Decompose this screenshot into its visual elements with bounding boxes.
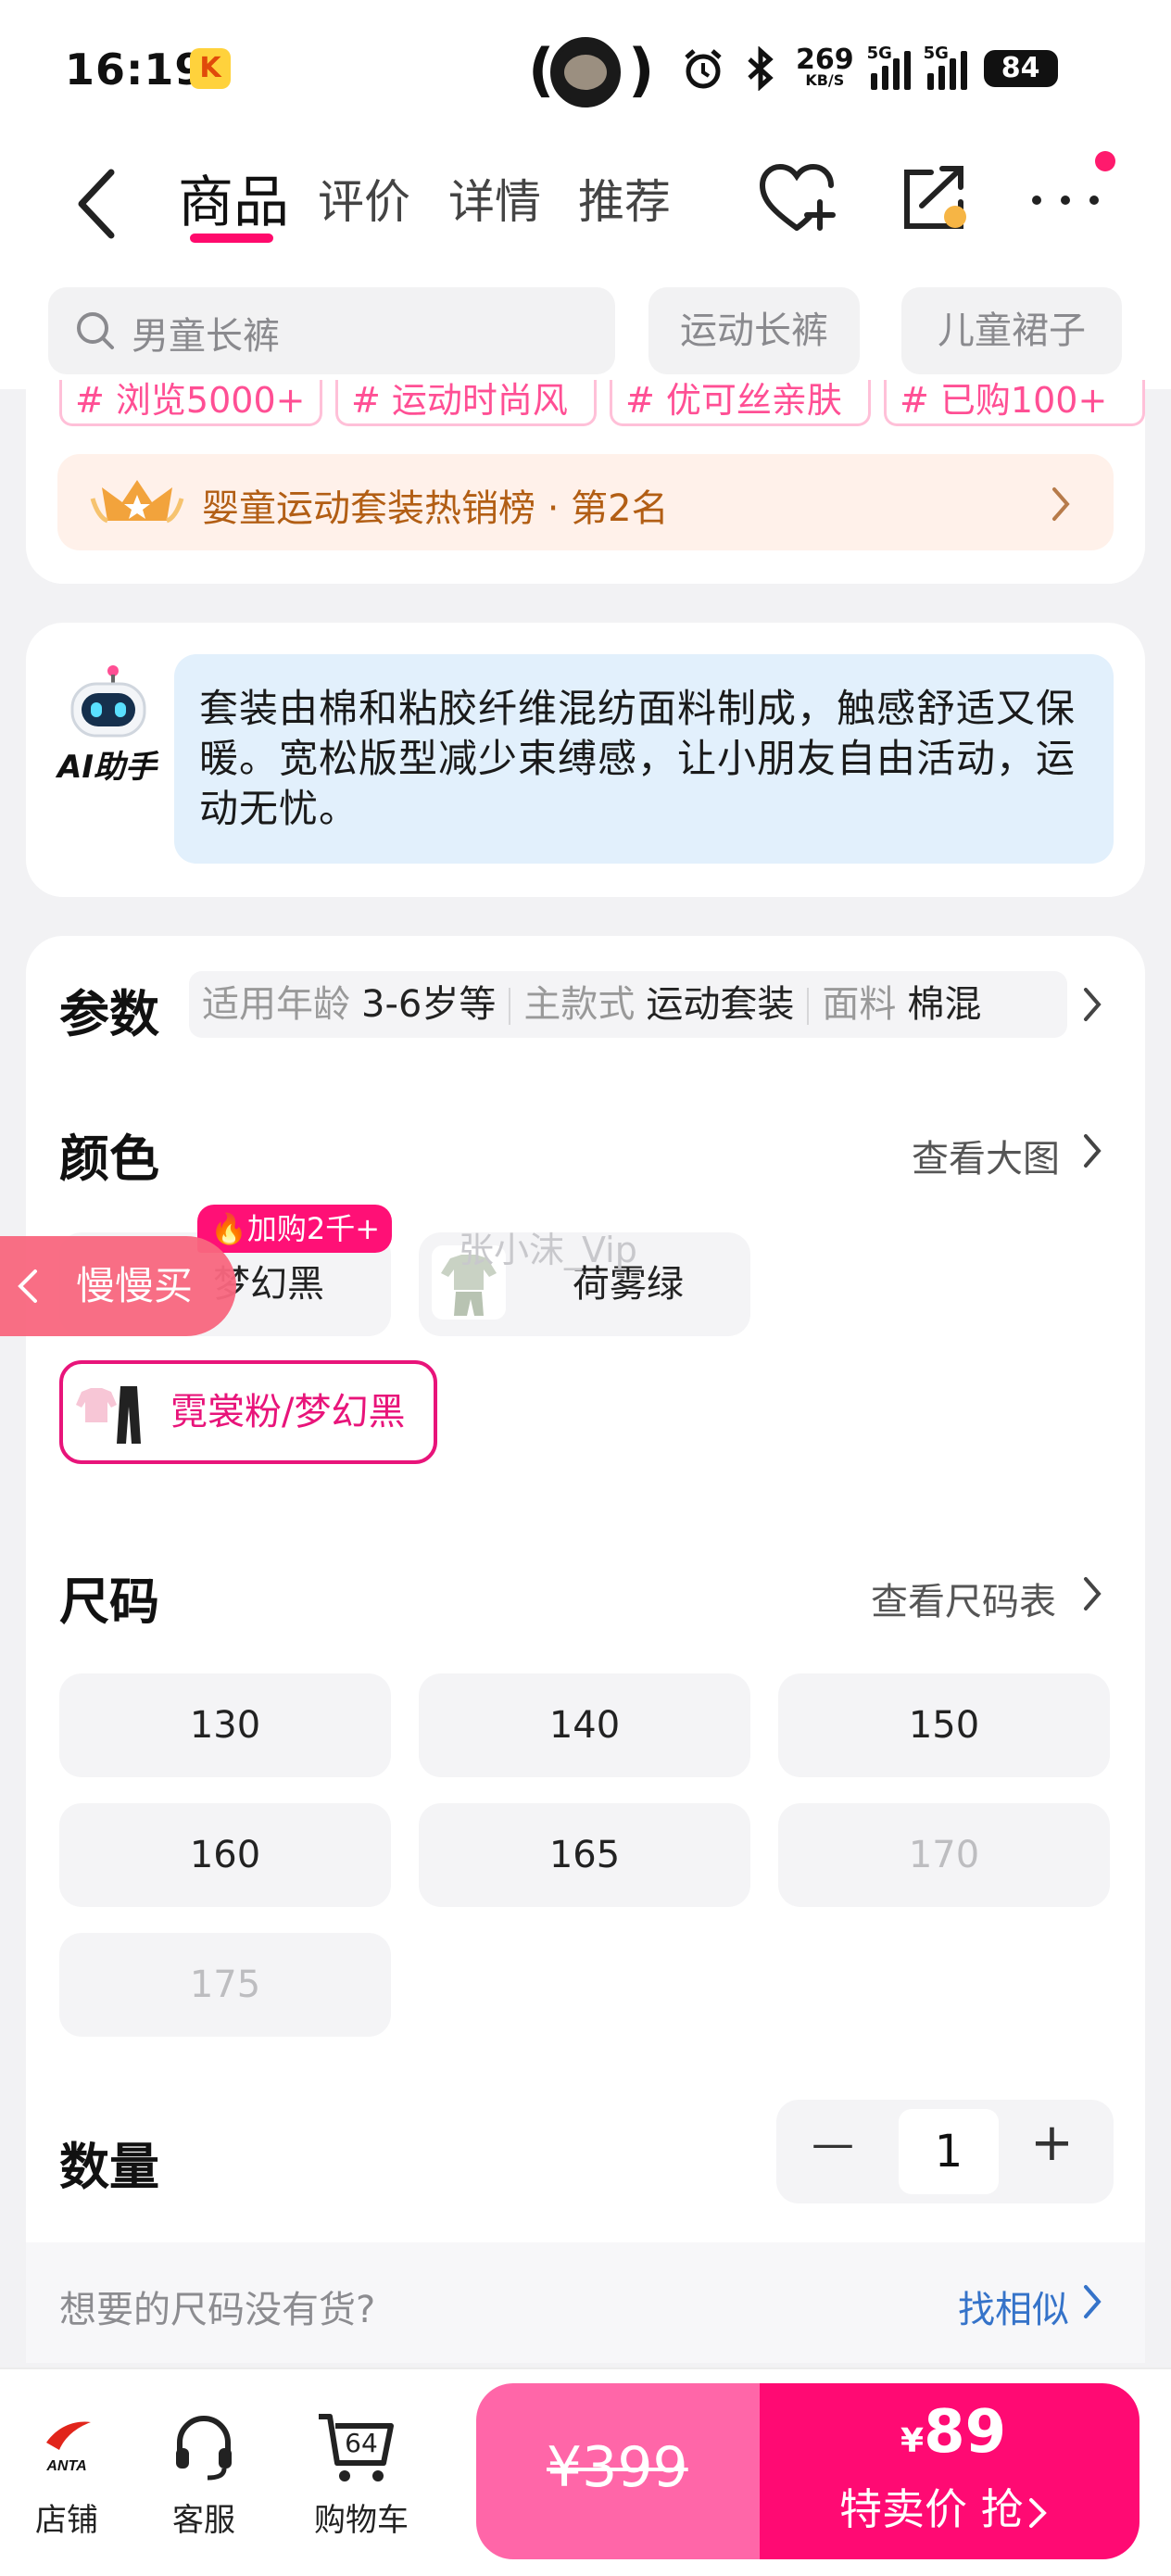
product-thumbnail: [74, 1375, 148, 1449]
buy-now-label: 特卖价 抢: [839, 2476, 1050, 2537]
view-large-image-link[interactable]: 查看大图: [912, 1129, 1060, 1182]
increment-button[interactable]: +: [1030, 2113, 1074, 2173]
size-option[interactable]: 165: [419, 1803, 750, 1907]
ranking-text: 婴童运动套装热销榜 · 第2名: [202, 487, 669, 530]
size-option-unavailable: 175: [59, 1933, 391, 2037]
search-placeholder: 男童长裤: [132, 315, 280, 358]
param-key: 主款式: [523, 983, 636, 1026]
notification-dot: [1095, 151, 1115, 171]
active-tab-indicator: [190, 234, 273, 243]
notice-text: 想要的尺码没有货?: [59, 2289, 376, 2331]
sale-price: ¥89: [900, 2398, 1007, 2467]
flame-icon: 🔥: [210, 1211, 247, 1246]
watermark-text: 张小沫_Vip: [459, 1230, 637, 1270]
quantity-input[interactable]: 1: [899, 2109, 999, 2194]
original-price: ¥399: [547, 2435, 688, 2500]
bluetooth-icon: [748, 46, 774, 91]
store-button[interactable]: ANTA 店铺: [11, 2409, 122, 2539]
slow-buy-tab[interactable]: 慢慢买: [0, 1236, 236, 1336]
search-icon: [77, 312, 114, 349]
ai-robot-icon: [70, 665, 146, 738]
signal-icon-2: 5G: [924, 44, 967, 90]
battery-icon: 84: [983, 50, 1058, 87]
quantity-title: 数量: [59, 2138, 159, 2196]
customer-service-button[interactable]: 客服: [148, 2409, 259, 2539]
share-icon[interactable]: [894, 158, 977, 241]
more-icon[interactable]: [1024, 158, 1107, 241]
chevron-right-icon[interactable]: [1080, 986, 1104, 1023]
param-value: 运动套装: [646, 983, 795, 1026]
signal-icon: 5G: [867, 44, 911, 90]
chevron-right-icon: [1084, 1134, 1102, 1168]
net-speed: 269 KB/S: [796, 44, 854, 89]
size-option[interactable]: 140: [419, 1673, 750, 1777]
params-summary[interactable]: 适用年龄 3-6岁等 主款式 运动套装 面料 棉混: [189, 971, 1067, 1038]
crown-icon: [90, 480, 184, 524]
dynamic-island: ( ): [528, 33, 654, 107]
tab-recommend[interactable]: 推荐: [578, 165, 671, 232]
alarm-icon: [685, 49, 722, 89]
hot-badge: 🔥加购2千+: [197, 1205, 392, 1253]
ai-summary-text: 套装由棉和粘胶纤维混纺面料制成，触感舒适又保暖。宽松版型减少束缚感，让小朋友自由…: [199, 686, 1077, 831]
chevron-right-icon: [1084, 2285, 1102, 2318]
favorite-heart-icon[interactable]: [755, 158, 838, 241]
chevron-left-icon: [18, 1269, 37, 1303]
chevron-right-icon: [1052, 487, 1070, 521]
chevron-right-icon: [1084, 1577, 1102, 1610]
size-option[interactable]: 150: [778, 1673, 1110, 1777]
color-option-selected[interactable]: 霓裳粉/梦幻黑: [59, 1360, 437, 1464]
size-chart-link[interactable]: 查看尺码表: [871, 1572, 1056, 1625]
search-chip[interactable]: 运动长裤: [648, 287, 860, 374]
status-time: 16:19: [65, 44, 206, 95]
size-option[interactable]: 130: [59, 1673, 391, 1777]
size-option-unavailable: 170: [778, 1803, 1110, 1907]
app-notification-icon: K: [190, 48, 231, 89]
product-tag[interactable]: # 优可丝亲肤: [610, 380, 871, 426]
param-value: 3-6岁等: [361, 983, 497, 1026]
params-title: 参数: [59, 985, 159, 1043]
cart-button[interactable]: 64 购物车: [296, 2409, 426, 2539]
product-tag[interactable]: # 浏览5000+: [59, 380, 322, 426]
chevron-right-icon: [1028, 2497, 1047, 2528]
tab-reviews[interactable]: 评价: [318, 165, 410, 232]
param-key: 适用年龄: [202, 983, 350, 1026]
cart-count: 64: [345, 2428, 378, 2458]
size-option[interactable]: 160: [59, 1803, 391, 1907]
status-icons: 269 KB/S 5G 5G 84: [681, 41, 1058, 96]
ai-assistant-label: AI助手: [57, 749, 157, 786]
param-key: 面料: [822, 983, 897, 1026]
headset-icon: [176, 2416, 232, 2481]
size-title: 尺码: [59, 1572, 159, 1631]
svg-text:ANTA: ANTA: [45, 2458, 86, 2474]
back-arrow-icon[interactable]: [74, 167, 120, 241]
tab-details[interactable]: 详情: [448, 165, 541, 232]
color-title: 颜色: [59, 1130, 159, 1188]
param-value: 棉混: [907, 983, 982, 1026]
product-tag[interactable]: # 运动时尚风: [335, 380, 597, 426]
product-tag[interactable]: # 已购100+: [884, 380, 1145, 426]
decrement-button[interactable]: —: [812, 2118, 854, 2168]
find-similar-link[interactable]: 找相似: [958, 2279, 1069, 2333]
tab-product[interactable]: 商品: [178, 158, 289, 238]
search-chip[interactable]: 儿童裙子: [901, 287, 1122, 374]
anta-logo-icon: ANTA: [45, 2421, 91, 2474]
